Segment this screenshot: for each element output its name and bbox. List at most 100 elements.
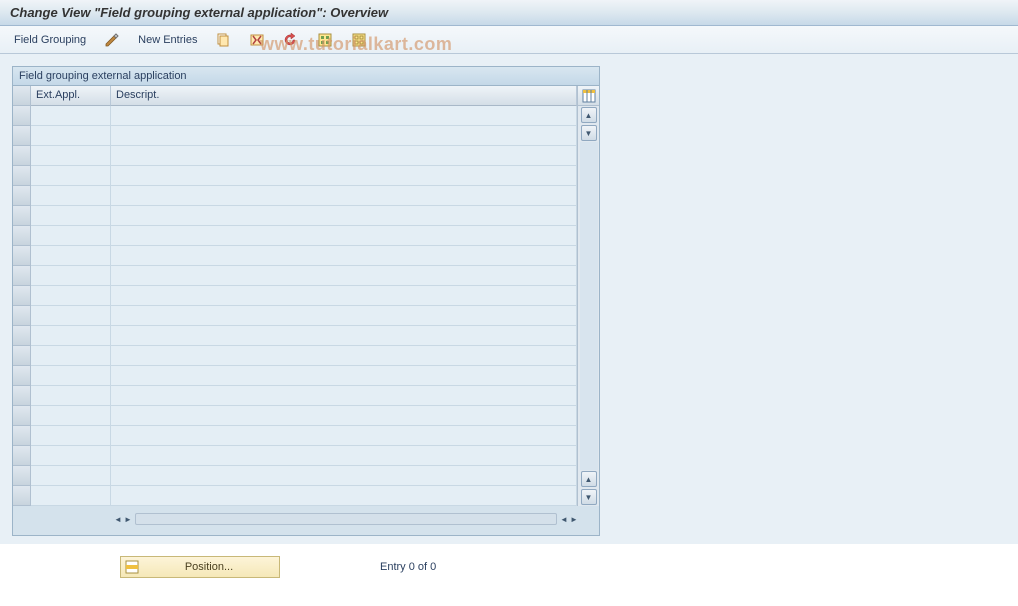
undo-button[interactable] — [277, 30, 305, 50]
row-header[interactable] — [13, 246, 31, 266]
row-header[interactable] — [13, 406, 31, 426]
cell-descript[interactable] — [111, 486, 577, 506]
field-grouping-button[interactable]: Field Grouping — [8, 32, 92, 48]
cell-ext-appl[interactable] — [31, 246, 111, 266]
new-entries-button[interactable]: New Entries — [132, 32, 203, 48]
copy-icon — [215, 32, 231, 48]
scroll-up-button[interactable]: ▲ — [581, 107, 597, 123]
col-header-ext-appl[interactable]: Ext.Appl. — [31, 86, 111, 106]
cell-ext-appl[interactable] — [31, 466, 111, 486]
cell-descript[interactable] — [111, 166, 577, 186]
cell-ext-appl[interactable] — [31, 306, 111, 326]
edit-button[interactable] — [98, 30, 126, 50]
position-icon — [125, 560, 139, 574]
cell-descript[interactable] — [111, 146, 577, 166]
cell-descript[interactable] — [111, 106, 577, 126]
table-row — [31, 486, 577, 506]
cell-descript[interactable] — [111, 246, 577, 266]
row-header[interactable] — [13, 126, 31, 146]
row-header[interactable] — [13, 106, 31, 126]
row-header[interactable] — [13, 206, 31, 226]
deselect-all-button[interactable] — [345, 30, 373, 50]
scroll-track-horizontal[interactable] — [135, 513, 557, 525]
table-row — [31, 326, 577, 346]
cell-descript[interactable] — [111, 226, 577, 246]
row-header[interactable] — [13, 306, 31, 326]
scroll-left-step-button[interactable]: ► — [123, 512, 133, 526]
cell-descript[interactable] — [111, 406, 577, 426]
cell-descript[interactable] — [111, 386, 577, 406]
scroll-right-step-button[interactable]: ◄ — [559, 512, 569, 526]
cell-ext-appl[interactable] — [31, 146, 111, 166]
scroll-right-button[interactable]: ► — [569, 512, 579, 526]
select-all-button[interactable] — [311, 30, 339, 50]
cell-ext-appl[interactable] — [31, 486, 111, 506]
cell-ext-appl[interactable] — [31, 226, 111, 246]
position-label: Position... — [143, 561, 275, 573]
cell-descript[interactable] — [111, 366, 577, 386]
scroll-track-vertical[interactable] — [580, 142, 598, 470]
scroll-left-button[interactable]: ◄ — [113, 512, 123, 526]
table-row — [31, 146, 577, 166]
cell-ext-appl[interactable] — [31, 266, 111, 286]
row-header[interactable] — [13, 266, 31, 286]
table-row — [31, 366, 577, 386]
row-header[interactable] — [13, 466, 31, 486]
position-button[interactable]: Position... — [120, 556, 280, 578]
table-config-button[interactable] — [578, 86, 599, 106]
cell-ext-appl[interactable] — [31, 206, 111, 226]
cell-descript[interactable] — [111, 346, 577, 366]
cell-ext-appl[interactable] — [31, 426, 111, 446]
col-header-descript[interactable]: Descript. — [111, 86, 577, 106]
cell-descript[interactable] — [111, 446, 577, 466]
cell-descript[interactable] — [111, 186, 577, 206]
entry-count-text: Entry 0 of 0 — [380, 561, 436, 573]
scroll-down-step-button[interactable]: ▲ — [581, 471, 597, 487]
cell-ext-appl[interactable] — [31, 186, 111, 206]
table-row — [31, 286, 577, 306]
row-header[interactable] — [13, 386, 31, 406]
cell-ext-appl[interactable] — [31, 326, 111, 346]
cell-ext-appl[interactable] — [31, 366, 111, 386]
data-rows — [31, 106, 577, 506]
toolbar: Field Grouping New Entries — [0, 26, 1018, 54]
cell-ext-appl[interactable] — [31, 346, 111, 366]
row-header[interactable] — [13, 286, 31, 306]
cell-ext-appl[interactable] — [31, 106, 111, 126]
cell-descript[interactable] — [111, 326, 577, 346]
cell-descript[interactable] — [111, 466, 577, 486]
cell-descript[interactable] — [111, 266, 577, 286]
row-header[interactable] — [13, 186, 31, 206]
delete-button[interactable] — [243, 30, 271, 50]
cell-descript[interactable] — [111, 426, 577, 446]
table-row — [31, 246, 577, 266]
scroll-down-button[interactable]: ▼ — [581, 489, 597, 505]
table-row — [31, 206, 577, 226]
cell-descript[interactable] — [111, 306, 577, 326]
cell-descript[interactable] — [111, 286, 577, 306]
row-header[interactable] — [13, 226, 31, 246]
cell-ext-appl[interactable] — [31, 286, 111, 306]
table-row — [31, 266, 577, 286]
cell-ext-appl[interactable] — [31, 166, 111, 186]
cell-ext-appl[interactable] — [31, 406, 111, 426]
row-header[interactable] — [13, 486, 31, 506]
column-area: Ext.Appl. Descript. — [31, 86, 577, 506]
row-header[interactable] — [13, 326, 31, 346]
cell-ext-appl[interactable] — [31, 446, 111, 466]
delete-icon — [249, 32, 265, 48]
scroll-up-step-button[interactable]: ▼ — [581, 125, 597, 141]
cell-descript[interactable] — [111, 126, 577, 146]
row-header[interactable] — [13, 426, 31, 446]
table-row — [31, 446, 577, 466]
row-header[interactable] — [13, 446, 31, 466]
row-header[interactable] — [13, 166, 31, 186]
cell-ext-appl[interactable] — [31, 126, 111, 146]
row-header[interactable] — [13, 346, 31, 366]
row-header[interactable] — [13, 366, 31, 386]
table-container: Field grouping external application Ext.… — [12, 66, 600, 536]
cell-ext-appl[interactable] — [31, 386, 111, 406]
cell-descript[interactable] — [111, 206, 577, 226]
row-header[interactable] — [13, 146, 31, 166]
copy-button[interactable] — [209, 30, 237, 50]
